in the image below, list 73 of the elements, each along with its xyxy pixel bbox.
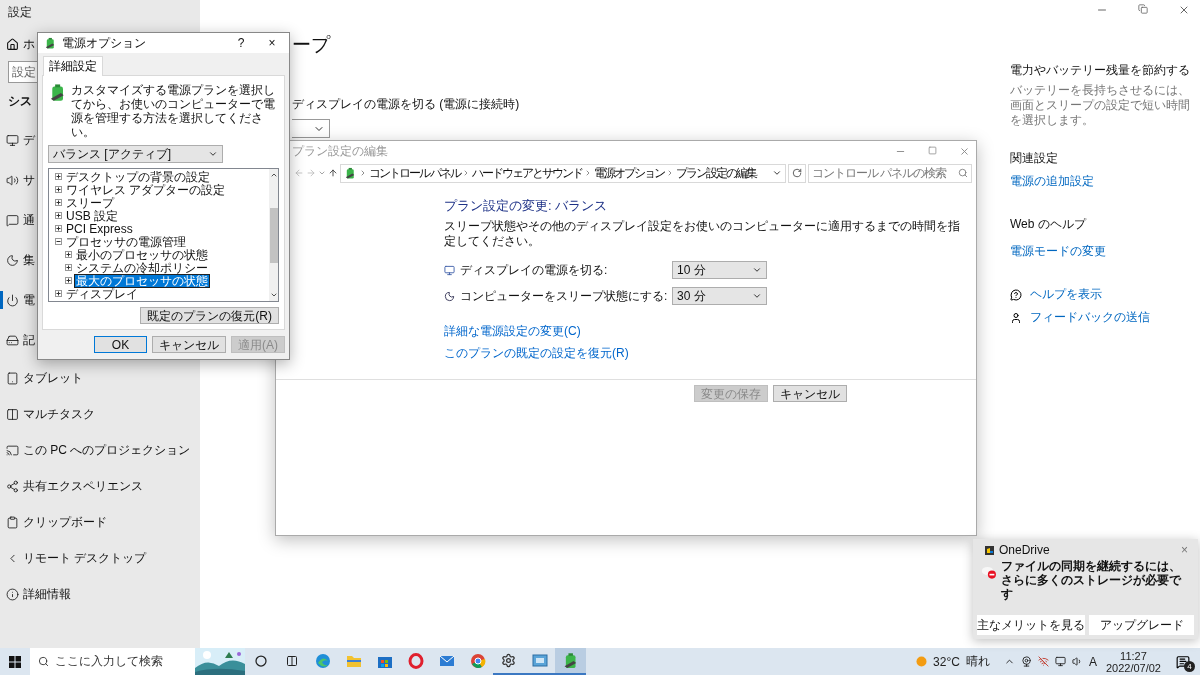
tree-item[interactable]: PCI Express xyxy=(65,222,134,235)
notification-message: ファイルの同期を継続するには、さらに多くのストレージが必要です xyxy=(1001,559,1183,603)
aside-heading: 電力やバッテリー残量を節約する xyxy=(1010,62,1190,79)
nav-item[interactable]: クリップボード xyxy=(23,513,107,531)
description: スリープ状態やその他のディスプレイ設定をお使いのコンピューターに適用するまでの時間を指定してください。 xyxy=(444,219,961,249)
setting-label: ディスプレイの電源を切る (電源に接続時) xyxy=(292,96,520,113)
button[interactable]: キャンセル xyxy=(773,385,847,402)
home-label[interactable]: ホ xyxy=(23,36,35,53)
aside-heading: Web のヘルプ xyxy=(1010,216,1086,233)
breadcrumb[interactable]: 電源オプション xyxy=(594,164,665,182)
link[interactable]: 電源の追加設定 xyxy=(1010,173,1094,190)
dialog-title: 電源オプション xyxy=(62,34,147,52)
nav-item[interactable]: 共有エクスペリエンス xyxy=(23,477,143,495)
tree-item[interactable]: システムの冷却ポリシー xyxy=(75,261,209,274)
count-badge: 4 xyxy=(1184,661,1195,672)
button[interactable]: OK xyxy=(94,336,147,353)
link[interactable]: 電源モードの変更 xyxy=(1010,243,1106,260)
description: カスタマイズする電源プランを選択してから、お使いのコンピューターで電源を管理する方法を選択してください。 xyxy=(71,83,276,139)
tree-item[interactable]: スリープ xyxy=(65,196,115,209)
button[interactable]: アップグレード xyxy=(1089,615,1194,635)
close-button[interactable]: × xyxy=(259,36,285,50)
heading: プラン設定の変更: バランス xyxy=(444,197,608,215)
nav-item[interactable]: マルチタスク xyxy=(23,405,95,423)
breadcrumb[interactable]: コントロール パネル xyxy=(369,164,461,182)
dropdown[interactable]: 30 分 xyxy=(672,287,767,305)
nav-item[interactable]: リモート デスクトップ xyxy=(23,549,147,567)
tab[interactable]: 詳細設定 xyxy=(43,56,103,76)
nav-item[interactable]: 電 xyxy=(23,291,35,309)
weather-condition: 晴れ xyxy=(965,653,990,670)
close-button[interactable]: × xyxy=(1181,543,1188,557)
nav-item[interactable]: タブレット xyxy=(23,369,83,387)
search-field[interactable]: コントロール パネルの検索 xyxy=(808,163,972,183)
nav-item[interactable]: サ xyxy=(23,171,35,189)
notification-button[interactable]: 4 xyxy=(1170,648,1196,675)
nav-item[interactable]: 集 xyxy=(23,251,35,269)
aside-text: バッテリーを長持ちさせるには、画面とスリープの設定で短い時間を選択します。 xyxy=(1010,83,1191,128)
setting-label: ディスプレイの電源を切る: xyxy=(460,261,608,279)
plan-dropdown[interactable]: バランス [アクティブ] xyxy=(48,145,223,163)
setting-label: コンピューターをスリープ状態にする: xyxy=(460,287,668,305)
button[interactable]: キャンセル xyxy=(152,336,226,353)
nav-item[interactable]: この PC へのプロジェクション xyxy=(23,441,191,459)
tree-item[interactable]: 最大のプロセッサの状態 xyxy=(75,274,209,287)
clock[interactable]: 11:27 2022/07/02 xyxy=(1102,649,1164,674)
tree-item[interactable]: デスクトップの背景の設定 xyxy=(65,170,211,183)
window-title: プラン設定の編集 xyxy=(292,142,388,160)
aside-heading: 関連設定 xyxy=(1010,150,1058,167)
nav-item[interactable]: デ xyxy=(23,131,35,149)
page-title: ープ xyxy=(292,33,330,57)
tree-item[interactable]: プロセッサの電源管理 xyxy=(65,235,187,248)
link[interactable]: ヘルプを表示 xyxy=(1030,286,1102,303)
breadcrumb[interactable]: プラン設定の編集 xyxy=(676,164,757,182)
button[interactable]: 主なメリットを見る xyxy=(977,615,1085,635)
help-button[interactable]: ? xyxy=(228,36,254,50)
tree-item[interactable]: USB 設定 xyxy=(65,209,119,222)
nav-item[interactable]: 記 xyxy=(23,331,35,349)
link[interactable]: 詳細な電源設定の変更(C) xyxy=(444,323,581,340)
link[interactable]: フィードバックの送信 xyxy=(1030,309,1150,326)
dropdown[interactable]: 10 分 xyxy=(672,261,767,279)
restore-button[interactable]: 既定のプランの復元(R) xyxy=(140,307,279,324)
tree-item[interactable]: 最小のプロセッサの状態 xyxy=(75,248,209,261)
tree-item[interactable]: ワイヤレス アダプターの設定 xyxy=(65,183,227,196)
app-name: OneDrive xyxy=(999,543,1051,557)
nav-item[interactable]: 通 xyxy=(23,211,35,229)
search-field[interactable]: ここに入力して検索 xyxy=(30,648,245,675)
nav-item[interactable]: 詳細情報 xyxy=(23,585,71,603)
address-bar[interactable]: コントロール パネル ハードウェアとサウンド 電源オプション プラン設定の編集 xyxy=(340,163,786,183)
link[interactable]: このプランの既定の設定を復元(R) xyxy=(444,345,629,362)
breadcrumb[interactable]: ハードウェアとサウンド xyxy=(472,164,583,182)
window-title: 設定 xyxy=(7,4,33,21)
input-indicator[interactable]: A xyxy=(1088,654,1097,669)
section-heading: シス xyxy=(8,93,32,110)
tree-item[interactable]: ディスプレイ xyxy=(65,287,139,300)
temperature: 32°C xyxy=(933,654,960,669)
